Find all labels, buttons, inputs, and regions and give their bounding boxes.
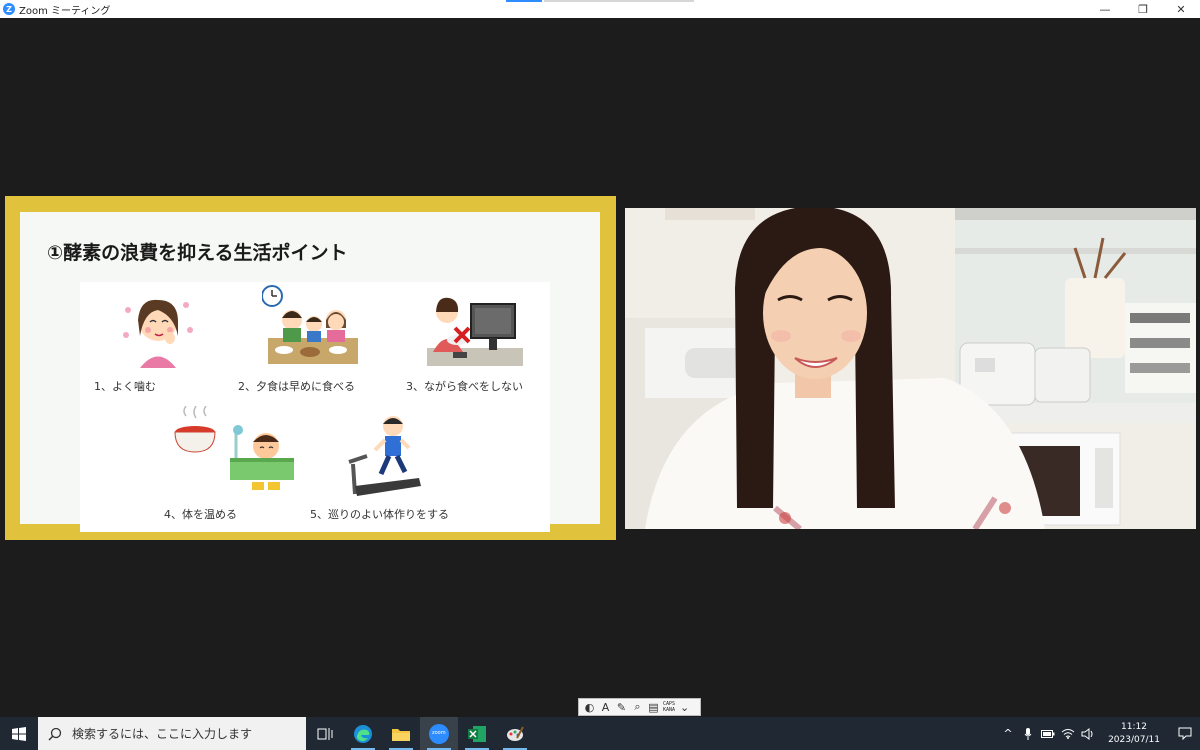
task-view-button[interactable]	[306, 717, 344, 750]
participant-video[interactable]	[625, 208, 1196, 529]
task-view-icon	[317, 727, 333, 740]
window-titlebar: Z Zoom ミーティング — ❐ ✕	[0, 0, 1200, 18]
ime-dictionary-icon[interactable]: ▤	[647, 701, 660, 714]
start-button[interactable]	[0, 717, 38, 750]
bath-illustration	[230, 425, 294, 490]
ime-search-icon[interactable]: ⌕	[631, 700, 644, 714]
taskbar-search[interactable]: 検索するには、ここに入力します	[38, 717, 306, 750]
point-2-caption: 2、夕食は早めに食べる	[238, 380, 355, 393]
shared-slide: ①酵素の浪費を抑える生活ポイント 1、よく噛む 2、夕食は早めに食べる 3、なが…	[20, 212, 600, 532]
shared-screen-frame: ①酵素の浪費を抑える生活ポイント 1、よく噛む 2、夕食は早めに食べる 3、なが…	[5, 196, 616, 540]
view-tab-indicator[interactable]	[506, 0, 542, 2]
window-title: Zoom ミーティング	[19, 5, 111, 17]
battery-icon[interactable]	[1038, 717, 1058, 750]
slide-illustration-panel: 1、よく噛む 2、夕食は早めに食べる 3、ながら食べをしない 4、体を温める 5…	[80, 282, 550, 532]
volume-icon[interactable]	[1078, 717, 1098, 750]
point-5-caption: 5、巡りのよい体作りをする	[310, 508, 449, 521]
notification-icon	[1178, 727, 1192, 740]
system-tray: ^ 11:12 2023/07/11	[998, 717, 1200, 750]
paint-icon	[507, 726, 524, 741]
file-explorer-button[interactable]	[382, 717, 420, 750]
search-placeholder: 検索するには、ここに入力します	[72, 727, 253, 741]
family-dinner-illustration	[262, 285, 358, 364]
zoom-icon-label: zoom	[432, 730, 446, 736]
ime-tool-icon[interactable]: ✎	[615, 701, 628, 714]
treadmill-illustration	[348, 416, 421, 496]
zoom-icon-letter: Z	[6, 4, 12, 14]
zoom-app-icon: Z	[3, 3, 15, 15]
excel-icon	[468, 725, 486, 742]
ime-toolbar: ◐ A ✎ ⌕ ▤ CAPS KANA ⌄	[578, 698, 701, 716]
paint-button[interactable]	[496, 717, 534, 750]
wifi-icon[interactable]	[1058, 717, 1078, 750]
window-controls: — ❐ ✕	[1086, 0, 1200, 18]
restore-button[interactable]: ❐	[1124, 0, 1162, 18]
caps-kana-indicator: CAPS KANA	[663, 701, 675, 713]
close-button[interactable]: ✕	[1162, 0, 1200, 18]
clock-date: 2023/07/11	[1108, 734, 1160, 745]
windows-icon	[12, 726, 26, 741]
hot-soup-illustration	[174, 406, 216, 453]
folder-icon	[392, 728, 410, 741]
ime-menu-icon[interactable]: ⌄	[678, 701, 691, 714]
notification-center-button[interactable]	[1170, 717, 1200, 750]
minimize-button[interactable]: —	[1086, 0, 1124, 18]
microphone-icon[interactable]	[1018, 717, 1038, 750]
clock-time: 11:12	[1121, 721, 1147, 732]
view-tab-track	[544, 0, 694, 2]
ime-mode-icon[interactable]: ◐	[583, 701, 596, 714]
search-icon	[48, 727, 62, 741]
point-3-caption: 3、ながら食べをしない	[406, 380, 523, 393]
chevron-up-icon[interactable]: ^	[998, 717, 1018, 750]
point-1-caption: 1、よく噛む	[94, 380, 156, 393]
slide-title: ①酵素の浪費を抑える生活ポイント	[47, 242, 348, 264]
chewing-illustration	[123, 299, 193, 368]
edge-button[interactable]	[344, 717, 382, 750]
kana-label: KANA	[663, 707, 676, 713]
zoom-taskbar-button[interactable]: zoom	[420, 717, 458, 750]
excel-button[interactable]	[458, 717, 496, 750]
eating-at-computer-illustration	[427, 297, 523, 366]
taskbar-clock[interactable]: 11:12 2023/07/11	[1102, 721, 1166, 747]
edge-icon	[354, 724, 372, 743]
ime-input-mode-button[interactable]: A	[599, 701, 612, 714]
point-4-caption: 4、体を温める	[164, 508, 237, 521]
taskbar: 検索するには、ここに入力します zoom ^ 11:12 2023/07/11	[0, 717, 1200, 750]
